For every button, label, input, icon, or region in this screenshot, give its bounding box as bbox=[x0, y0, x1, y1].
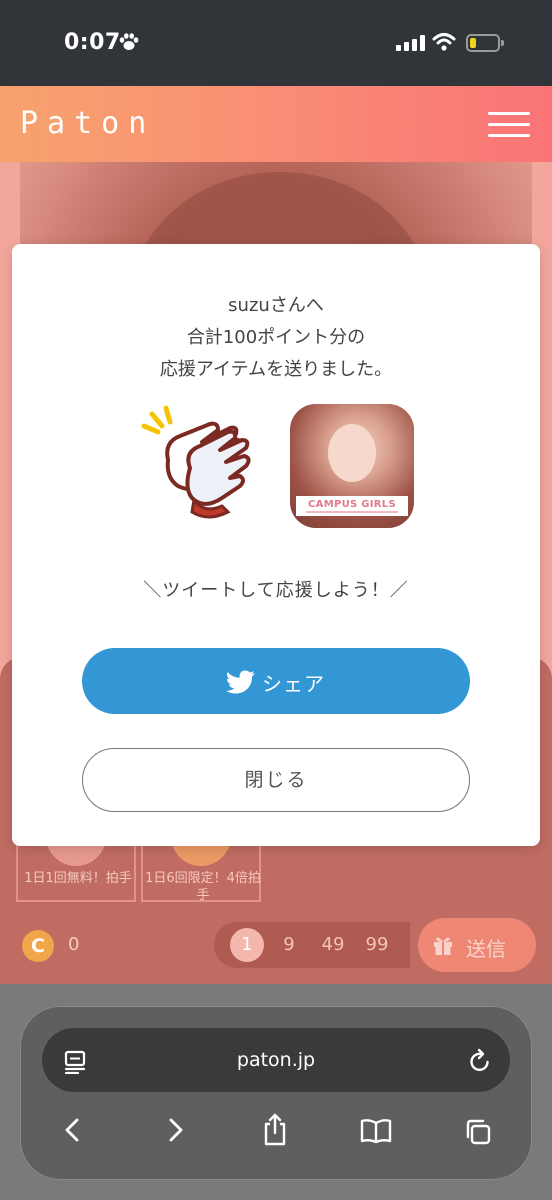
message-line: suzuさんへ bbox=[228, 295, 324, 316]
hamburger-menu-icon[interactable] bbox=[488, 112, 530, 138]
tabs-icon[interactable] bbox=[464, 1118, 492, 1146]
recipient-photo: CAMPUS GIRLS bbox=[290, 404, 414, 528]
browser-toolbar: paton.jp bbox=[0, 984, 552, 1200]
coin-icon: C bbox=[22, 930, 54, 962]
send-label: 送信 bbox=[466, 937, 506, 961]
battery-nub bbox=[501, 40, 504, 46]
close-button[interactable]: 閉じる bbox=[82, 748, 470, 812]
send-button[interactable]: 送信 bbox=[418, 918, 536, 972]
url-text: paton.jp bbox=[236, 1049, 316, 1071]
paw-icon bbox=[119, 33, 139, 50]
share-icon[interactable] bbox=[262, 1112, 288, 1146]
wifi-icon bbox=[432, 33, 456, 51]
site-header: Paton bbox=[0, 86, 552, 162]
share-on-twitter-button[interactable]: シェア bbox=[82, 648, 470, 714]
message-line: 合計100ポイント分の bbox=[186, 327, 366, 348]
clapping-hands-icon bbox=[141, 405, 251, 519]
amount-option[interactable]: 99 bbox=[362, 922, 392, 968]
back-icon[interactable] bbox=[62, 1116, 82, 1144]
clock-time: 0:07 bbox=[64, 30, 121, 55]
amount-option[interactable]: 49 bbox=[318, 922, 348, 968]
dialog-message: suzuさんへ 合計100ポイント分の 応援アイテムを送りました。 bbox=[12, 290, 540, 386]
card-caption: 1日1回無料！拍手 bbox=[24, 871, 132, 886]
quad-clap-card[interactable]: 1日6回限定！4倍拍手 bbox=[141, 832, 261, 903]
address-bar[interactable]: paton.jp bbox=[42, 1028, 510, 1092]
site-logo[interactable]: Paton bbox=[20, 106, 155, 141]
bookmarks-icon[interactable] bbox=[360, 1118, 392, 1144]
amount-option[interactable]: 1 bbox=[230, 928, 264, 962]
free-clap-card[interactable]: 1日1回無料！拍手 bbox=[16, 832, 136, 902]
coin-count: 0 bbox=[68, 934, 80, 955]
forward-icon[interactable] bbox=[166, 1116, 186, 1144]
battery-icon bbox=[466, 34, 500, 52]
message-line: 応援アイテムを送りました。 bbox=[159, 359, 393, 380]
cellular-signal-icon bbox=[396, 35, 425, 51]
gift-icon bbox=[434, 937, 452, 955]
amount-selector: 1 9 49 99 bbox=[214, 922, 410, 968]
twitter-bird-icon bbox=[226, 670, 255, 694]
tweet-prompt: ＼ツイートして応援しよう！／ bbox=[143, 580, 409, 601]
amount-option[interactable]: 9 bbox=[276, 922, 302, 968]
reload-icon[interactable] bbox=[468, 1048, 492, 1074]
support-sent-dialog: suzuさんへ 合計100ポイント分の 応援アイテムを送りました。 CAMPUS… bbox=[12, 244, 540, 846]
status-bar: 0:07 bbox=[0, 0, 552, 86]
card-caption: 1日6回限定！4倍拍手 bbox=[145, 871, 261, 903]
browser-toolbar-card: paton.jp bbox=[20, 1006, 532, 1180]
share-label: シェア bbox=[262, 672, 325, 696]
photo-banner-text: CAMPUS GIRLS bbox=[308, 499, 396, 510]
